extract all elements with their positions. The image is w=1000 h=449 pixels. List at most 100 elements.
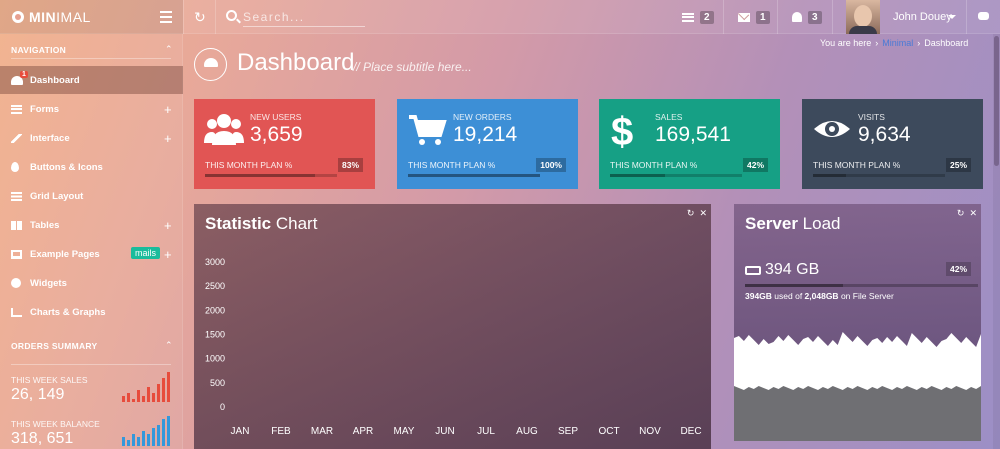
mail-icon <box>738 12 750 22</box>
sparkline-bar <box>157 425 160 446</box>
refresh-icon[interactable]: ↻ <box>957 208 965 219</box>
x-tick-label: FEB <box>271 426 291 437</box>
refresh-icon[interactable]: ↻ <box>194 9 206 26</box>
mails-badge: mails <box>131 247 161 259</box>
eye-icon <box>812 109 852 149</box>
sparkline-bar <box>132 434 135 446</box>
stat-card[interactable]: $ SALES 169,541 THIS MONTH PLAN % 42% <box>599 99 780 189</box>
expand-icon[interactable]: + <box>164 102 172 117</box>
y-tick-label: 500 <box>210 378 225 388</box>
stat-value: 9,634 <box>858 123 911 146</box>
x-tick-label: APR <box>353 426 374 437</box>
statistic-chart-panel: Statistic Chart ↻ ✕ 3000 2500 2000 1500 1000… <box>194 204 711 449</box>
sidebar-item-buttons-icons[interactable]: Buttons & Icons <box>0 153 183 181</box>
sidebar-item-label: Dashboard <box>30 74 80 86</box>
y-tick-label: 3000 <box>205 257 225 267</box>
server-load-graph <box>734 332 981 441</box>
x-tick-label: JAN <box>231 426 250 437</box>
notifications-count-badge: 3 <box>808 10 822 24</box>
sparkline-bar <box>137 437 140 446</box>
stat-pct-badge: 100% <box>536 158 566 172</box>
summary-label: THIS WEEK BALANCE <box>11 419 100 429</box>
menu-toggle-icon[interactable] <box>160 11 172 23</box>
breadcrumb-separator: › <box>917 38 921 48</box>
stat-plan-label: THIS MONTH PLAN % <box>610 160 698 170</box>
sidebar-item-widgets[interactable]: Widgets <box>0 269 183 297</box>
divider <box>966 0 967 34</box>
expand-icon[interactable]: + <box>164 247 172 262</box>
sparkline-bar <box>142 396 145 402</box>
server-used: 394 GB <box>745 261 819 279</box>
stat-card[interactable]: NEW ORDERS 19,214 THIS MONTH PLAN % 100% <box>397 99 578 189</box>
breadcrumb-link[interactable]: Minimal <box>882 38 913 48</box>
sparkline-bar <box>167 372 170 402</box>
divider <box>832 0 833 34</box>
sidebar-item-example-pages[interactable]: Example Pages mails + <box>0 240 183 268</box>
monitor-icon <box>11 249 22 259</box>
scrollbar-thumb[interactable] <box>994 36 999 166</box>
search-input[interactable] <box>243 7 365 27</box>
search-icon[interactable] <box>226 10 237 21</box>
top-bar: MINIMAL ↻ 2 1 3 John Douey <box>0 0 1000 34</box>
sidebar-item-forms[interactable]: Forms + <box>0 95 183 123</box>
sparkline-bar <box>137 390 140 402</box>
user-name[interactable]: John Douey <box>893 11 952 23</box>
sidebar-item-label: Grid Layout <box>30 190 84 202</box>
sparkline-bar <box>127 440 130 446</box>
collapse-icon[interactable]: ⌃ <box>165 340 173 351</box>
scrollbar[interactable] <box>993 34 1000 449</box>
play-icon <box>11 278 21 288</box>
stat-pct-badge: 42% <box>742 158 768 172</box>
close-icon[interactable]: ✕ <box>969 208 977 219</box>
stat-card[interactable]: NEW USERS 3,659 THIS MONTH PLAN % 83% <box>194 99 375 189</box>
page-title: Dashboard <box>237 49 355 76</box>
sparkline-bar <box>132 399 135 402</box>
bell-icon <box>792 12 802 22</box>
avatar[interactable] <box>846 0 880 34</box>
logo-icon <box>12 11 24 23</box>
page-subtitle: // Place subtitle here... <box>353 60 472 74</box>
sidebar-item-interface[interactable]: Interface + <box>0 124 183 152</box>
sidebar-item-charts-graphs[interactable]: Charts & Graphs <box>0 298 183 326</box>
collapse-icon[interactable]: ⌃ <box>165 44 173 55</box>
balance-sparkline <box>122 416 174 446</box>
chat-icon[interactable] <box>978 12 989 20</box>
orders-summary-heading: ORDERS SUMMARY <box>11 341 98 351</box>
table-icon <box>11 220 22 230</box>
summary-value: 318, 651 <box>11 430 74 447</box>
notifications-button[interactable]: 3 <box>792 0 822 34</box>
sparkline-bar <box>127 393 130 402</box>
tasks-button[interactable]: 2 <box>682 0 714 34</box>
x-tick-label: JUL <box>477 426 495 437</box>
stat-pct-badge: 25% <box>945 158 971 172</box>
chevron-down-icon[interactable] <box>948 15 956 19</box>
stat-card[interactable]: VISITS 9,634 THIS MONTH PLAN % 25% <box>802 99 983 189</box>
stat-plan-label: THIS MONTH PLAN % <box>408 160 496 170</box>
sparkline-bar <box>122 437 125 446</box>
expand-icon[interactable]: + <box>164 218 172 233</box>
brand-name-bold: MIN <box>29 9 57 25</box>
breadcrumb-separator: › <box>875 38 879 48</box>
messages-button[interactable]: 1 <box>738 0 770 34</box>
y-tick-label: 2500 <box>205 281 225 291</box>
divider <box>215 0 216 34</box>
sidebar-item-label: Example Pages <box>30 248 100 260</box>
server-load-panel: Server Load ↻ ✕ 394 GB 42% 394GB used of… <box>734 204 981 441</box>
sidebar-item-grid-layout[interactable]: Grid Layout <box>0 182 183 210</box>
sales-sparkline <box>122 372 174 402</box>
sparkline-bar <box>152 428 155 446</box>
sidebar-item-dashboard[interactable]: 1 Dashboard <box>0 66 183 94</box>
sidebar-item-label: Charts & Graphs <box>30 306 106 318</box>
divider <box>723 0 724 34</box>
sparkline-bar <box>157 384 160 402</box>
breadcrumb: You are here › Minimal › Dashboard <box>820 38 968 48</box>
server-description: 394GB used of 2,048GB on File Server <box>745 291 894 301</box>
brand-logo[interactable]: MIN IMAL <box>0 0 183 34</box>
x-tick-label: DEC <box>680 426 701 437</box>
expand-icon[interactable]: + <box>164 131 172 146</box>
sidebar-item-tables[interactable]: Tables + <box>0 211 183 239</box>
sparkline-bar <box>122 396 125 402</box>
summary-label: THIS WEEK SALES <box>11 375 88 385</box>
stat-value: 3,659 <box>250 123 303 146</box>
pencil-icon <box>11 133 22 143</box>
